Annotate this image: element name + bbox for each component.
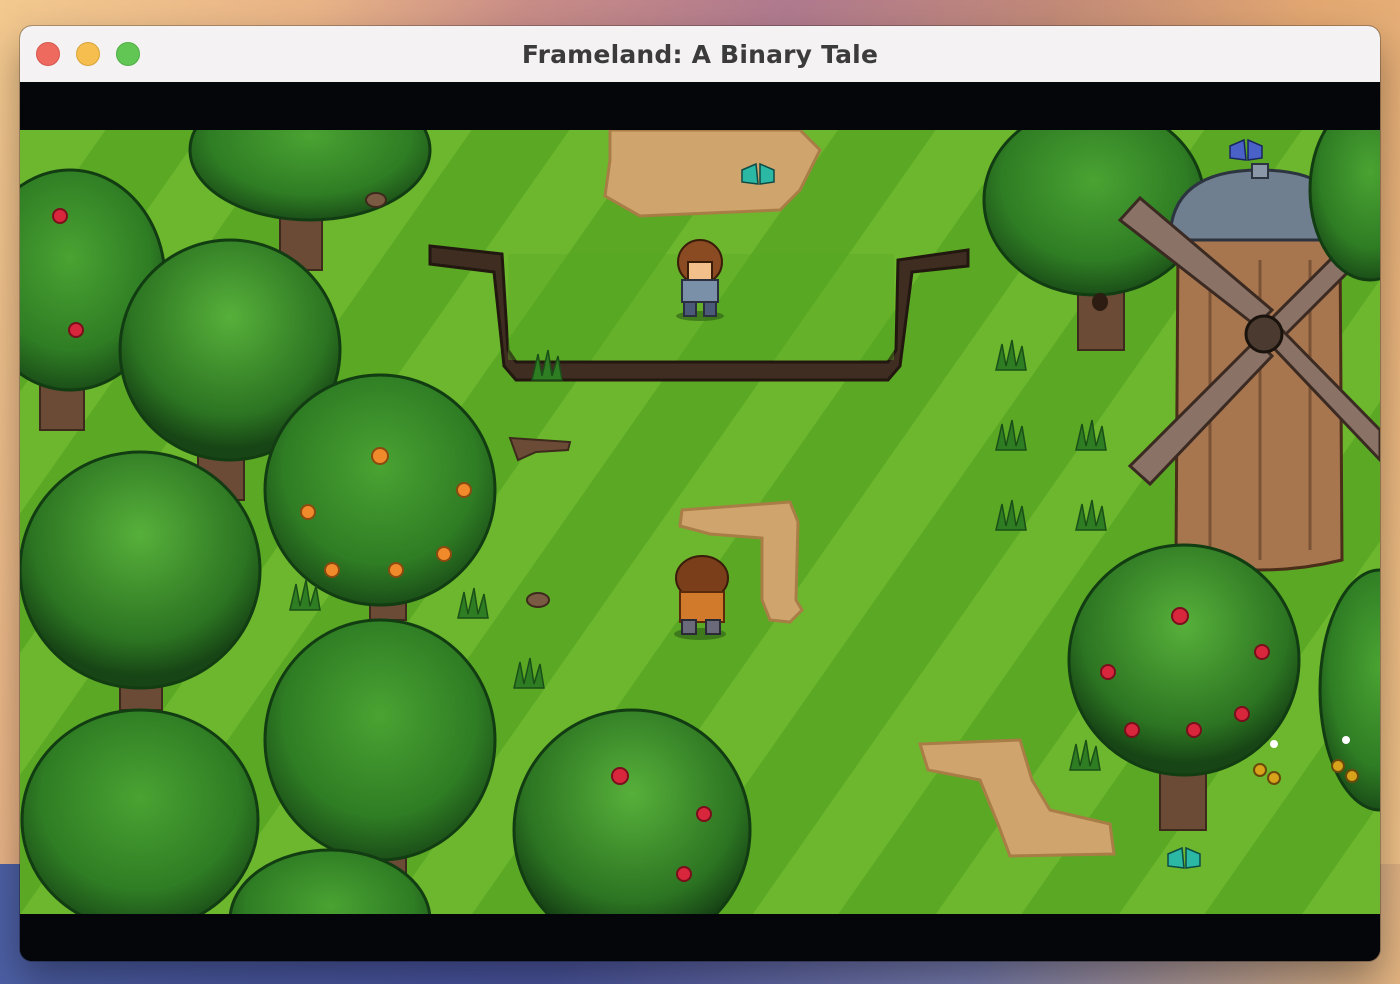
dirt-path-top (603, 130, 822, 218)
rock (526, 592, 550, 608)
game-viewport[interactable] (20, 82, 1380, 961)
rock (365, 192, 387, 208)
window-title: Frameland: A Binary Tale (521, 40, 879, 69)
title-bar[interactable]: Frameland: A Binary Tale (20, 26, 1380, 83)
tree (20, 708, 260, 914)
game-scene[interactable] (20, 130, 1380, 914)
game-window: Frameland: A Binary Tale (20, 26, 1380, 961)
